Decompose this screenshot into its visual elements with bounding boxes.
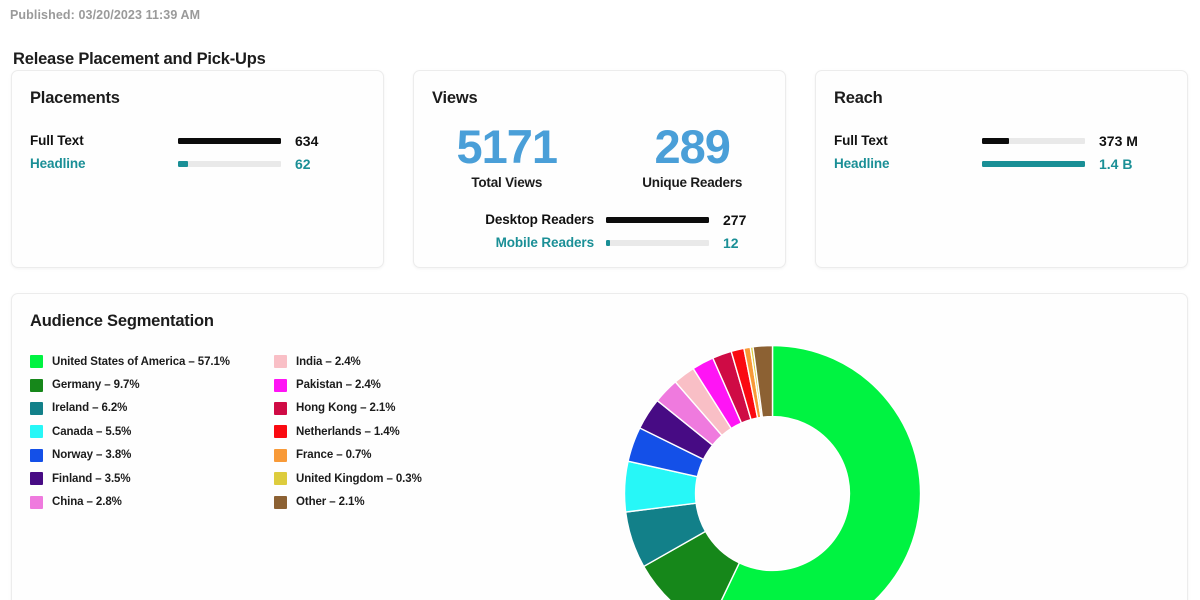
metric-bar-fill	[178, 160, 189, 167]
page-title: Release Placement and Pick-Ups	[13, 50, 266, 68]
metric-bar-track	[178, 137, 281, 144]
legend-swatch-icon	[274, 355, 287, 369]
chart-legend-column-left: United States of America – 57.1% Germany …	[30, 350, 262, 514]
legend-item[interactable]: China – 2.8%	[30, 490, 262, 513]
legend-swatch-icon	[274, 472, 287, 486]
legend-item[interactable]: United Kingdom – 0.3%	[274, 467, 504, 490]
big-number-block: 5171 Total Views	[414, 120, 600, 191]
legend-item[interactable]: Pakistan – 2.4%	[274, 373, 504, 396]
card-title-placements: Placements	[30, 89, 120, 107]
legend-swatch-icon	[274, 401, 287, 415]
legend-swatch-icon	[30, 401, 43, 415]
legend-item-label: United States of America – 57.1%	[52, 355, 230, 368]
cards.placements.rows-value: 634	[295, 132, 319, 149]
legend-item[interactable]: Germany – 9.7%	[30, 373, 262, 396]
legend-swatch-icon	[274, 378, 287, 392]
cards.views.rows-value: 12	[723, 234, 739, 251]
cards.views.rows-value: 277	[723, 211, 747, 228]
placements-metric-list: Full Text 634 Headline 62	[12, 129, 383, 175]
views-big-numbers: 5171 Total Views 289 Unique Readers	[414, 120, 786, 191]
card-placements: Placements Full Text 634 Headline 62	[11, 70, 384, 268]
published-timestamp: Published: 03/20/2023 11:39 AM	[10, 8, 201, 22]
legend-item[interactable]: India – 2.4%	[274, 350, 504, 373]
big-number-block: 289 Unique Readers	[600, 120, 786, 191]
metric-bar-fill	[982, 137, 1010, 144]
legend-item-label: Ireland – 6.2%	[52, 402, 128, 415]
legend-item[interactable]: Hong Kong – 2.1%	[274, 397, 504, 420]
legend-item-label: Germany – 9.7%	[52, 379, 140, 392]
legend-item[interactable]: Canada – 5.5%	[30, 420, 262, 443]
legend-item[interactable]: Norway – 3.8%	[30, 444, 262, 467]
cards.reach.rows-value: 373 M	[1099, 132, 1138, 149]
metric-bar-track	[982, 160, 1085, 167]
big-number-label: Total Views	[471, 175, 543, 190]
legend-swatch-icon	[30, 425, 43, 439]
cards.reach.rows-value: 1.4 B	[1099, 155, 1133, 172]
donut-chart	[621, 342, 924, 600]
legend-item-label: United Kingdom – 0.3%	[296, 472, 422, 485]
legend-swatch-icon	[274, 448, 287, 462]
chart-legend-column-right: India – 2.4% Pakistan – 2.4% Hong Kong – 2…	[274, 350, 504, 514]
metric-bar-fill	[606, 239, 611, 246]
metric-row: Full Text 634	[12, 129, 383, 152]
legend-swatch-icon	[30, 378, 43, 392]
legend-item[interactable]: Netherlands – 1.4%	[274, 420, 504, 443]
metric-bar-fill	[178, 137, 281, 144]
legend-item[interactable]: France – 0.7%	[274, 444, 504, 467]
legend-swatch-icon	[30, 355, 43, 369]
metric-row: Headline 62	[12, 152, 383, 175]
card-title-views: Views	[432, 89, 478, 107]
metric-row: Desktop Readers 277	[414, 208, 785, 231]
metric-bar-fill	[982, 160, 1085, 167]
metric-row: Full Text 373 M	[816, 129, 1187, 152]
legend-swatch-icon	[30, 495, 43, 509]
legend-item-label: Pakistan – 2.4%	[296, 379, 381, 392]
cards.placements.rows-label: Headline	[30, 156, 86, 171]
big-number-label: Unique Readers	[642, 175, 743, 190]
legend-swatch-icon	[30, 472, 43, 486]
views-metric-list: Desktop Readers 277 Mobile Readers 12	[414, 208, 785, 254]
card-title-reach: Reach	[834, 89, 883, 107]
card-views: Views 5171 Total Views 289 Unique Readers D…	[413, 70, 786, 268]
legend-item[interactable]: Finland – 3.5%	[30, 467, 262, 490]
legend-item-label: India – 2.4%	[296, 355, 361, 368]
cards.views.rows-label: Desktop Readers	[485, 212, 594, 227]
legend-item-label: Other – 2.1%	[296, 496, 365, 509]
legend-swatch-icon	[274, 425, 287, 439]
legend-item-label: Hong Kong – 2.1%	[296, 402, 396, 415]
cards.reach.rows-label: Headline	[834, 156, 890, 171]
legend-swatch-icon	[30, 448, 43, 462]
chart-legend: United States of America – 57.1% Germany …	[30, 350, 504, 514]
legend-item[interactable]: Other – 2.1%	[274, 490, 504, 513]
big-number-value: 5171	[456, 120, 558, 173]
card-title-audience: Audience Segmentation	[30, 312, 214, 330]
metric-bar-track	[606, 239, 709, 246]
cards.placements.rows-value: 62	[295, 155, 311, 172]
card-audience-segmentation: Audience Segmentation United States of A…	[11, 293, 1188, 600]
reach-metric-list: Full Text 373 M Headline 1.4 B	[816, 129, 1187, 175]
legend-swatch-icon	[274, 495, 287, 509]
legend-item[interactable]: Ireland – 6.2%	[30, 397, 262, 420]
legend-item-label: Finland – 3.5%	[52, 472, 131, 485]
metric-bar-fill	[606, 216, 709, 223]
legend-item-label: Netherlands – 1.4%	[296, 425, 400, 438]
metric-bar-track	[178, 160, 281, 167]
metric-row: Headline 1.4 B	[816, 152, 1187, 175]
cards.placements.rows-label: Full Text	[30, 133, 84, 148]
cards.reach.rows-label: Full Text	[834, 133, 888, 148]
legend-item-label: Norway – 3.8%	[52, 449, 132, 462]
metric-bar-track	[982, 137, 1085, 144]
big-number-value: 289	[654, 120, 731, 173]
donut-svg	[623, 344, 922, 600]
legend-item-label: Canada – 5.5%	[52, 425, 132, 438]
legend-item-label: France – 0.7%	[296, 449, 372, 462]
card-reach: Reach Full Text 373 M Headline 1.4 B	[815, 70, 1188, 268]
dashboard-page: Published: 03/20/2023 11:39 AM Release P…	[0, 0, 1200, 600]
legend-item-label: China – 2.8%	[52, 496, 122, 509]
legend-item[interactable]: United States of America – 57.1%	[30, 350, 262, 373]
metric-row: Mobile Readers 12	[414, 231, 785, 254]
cards.views.rows-label: Mobile Readers	[495, 235, 594, 250]
metric-bar-track	[606, 216, 709, 223]
